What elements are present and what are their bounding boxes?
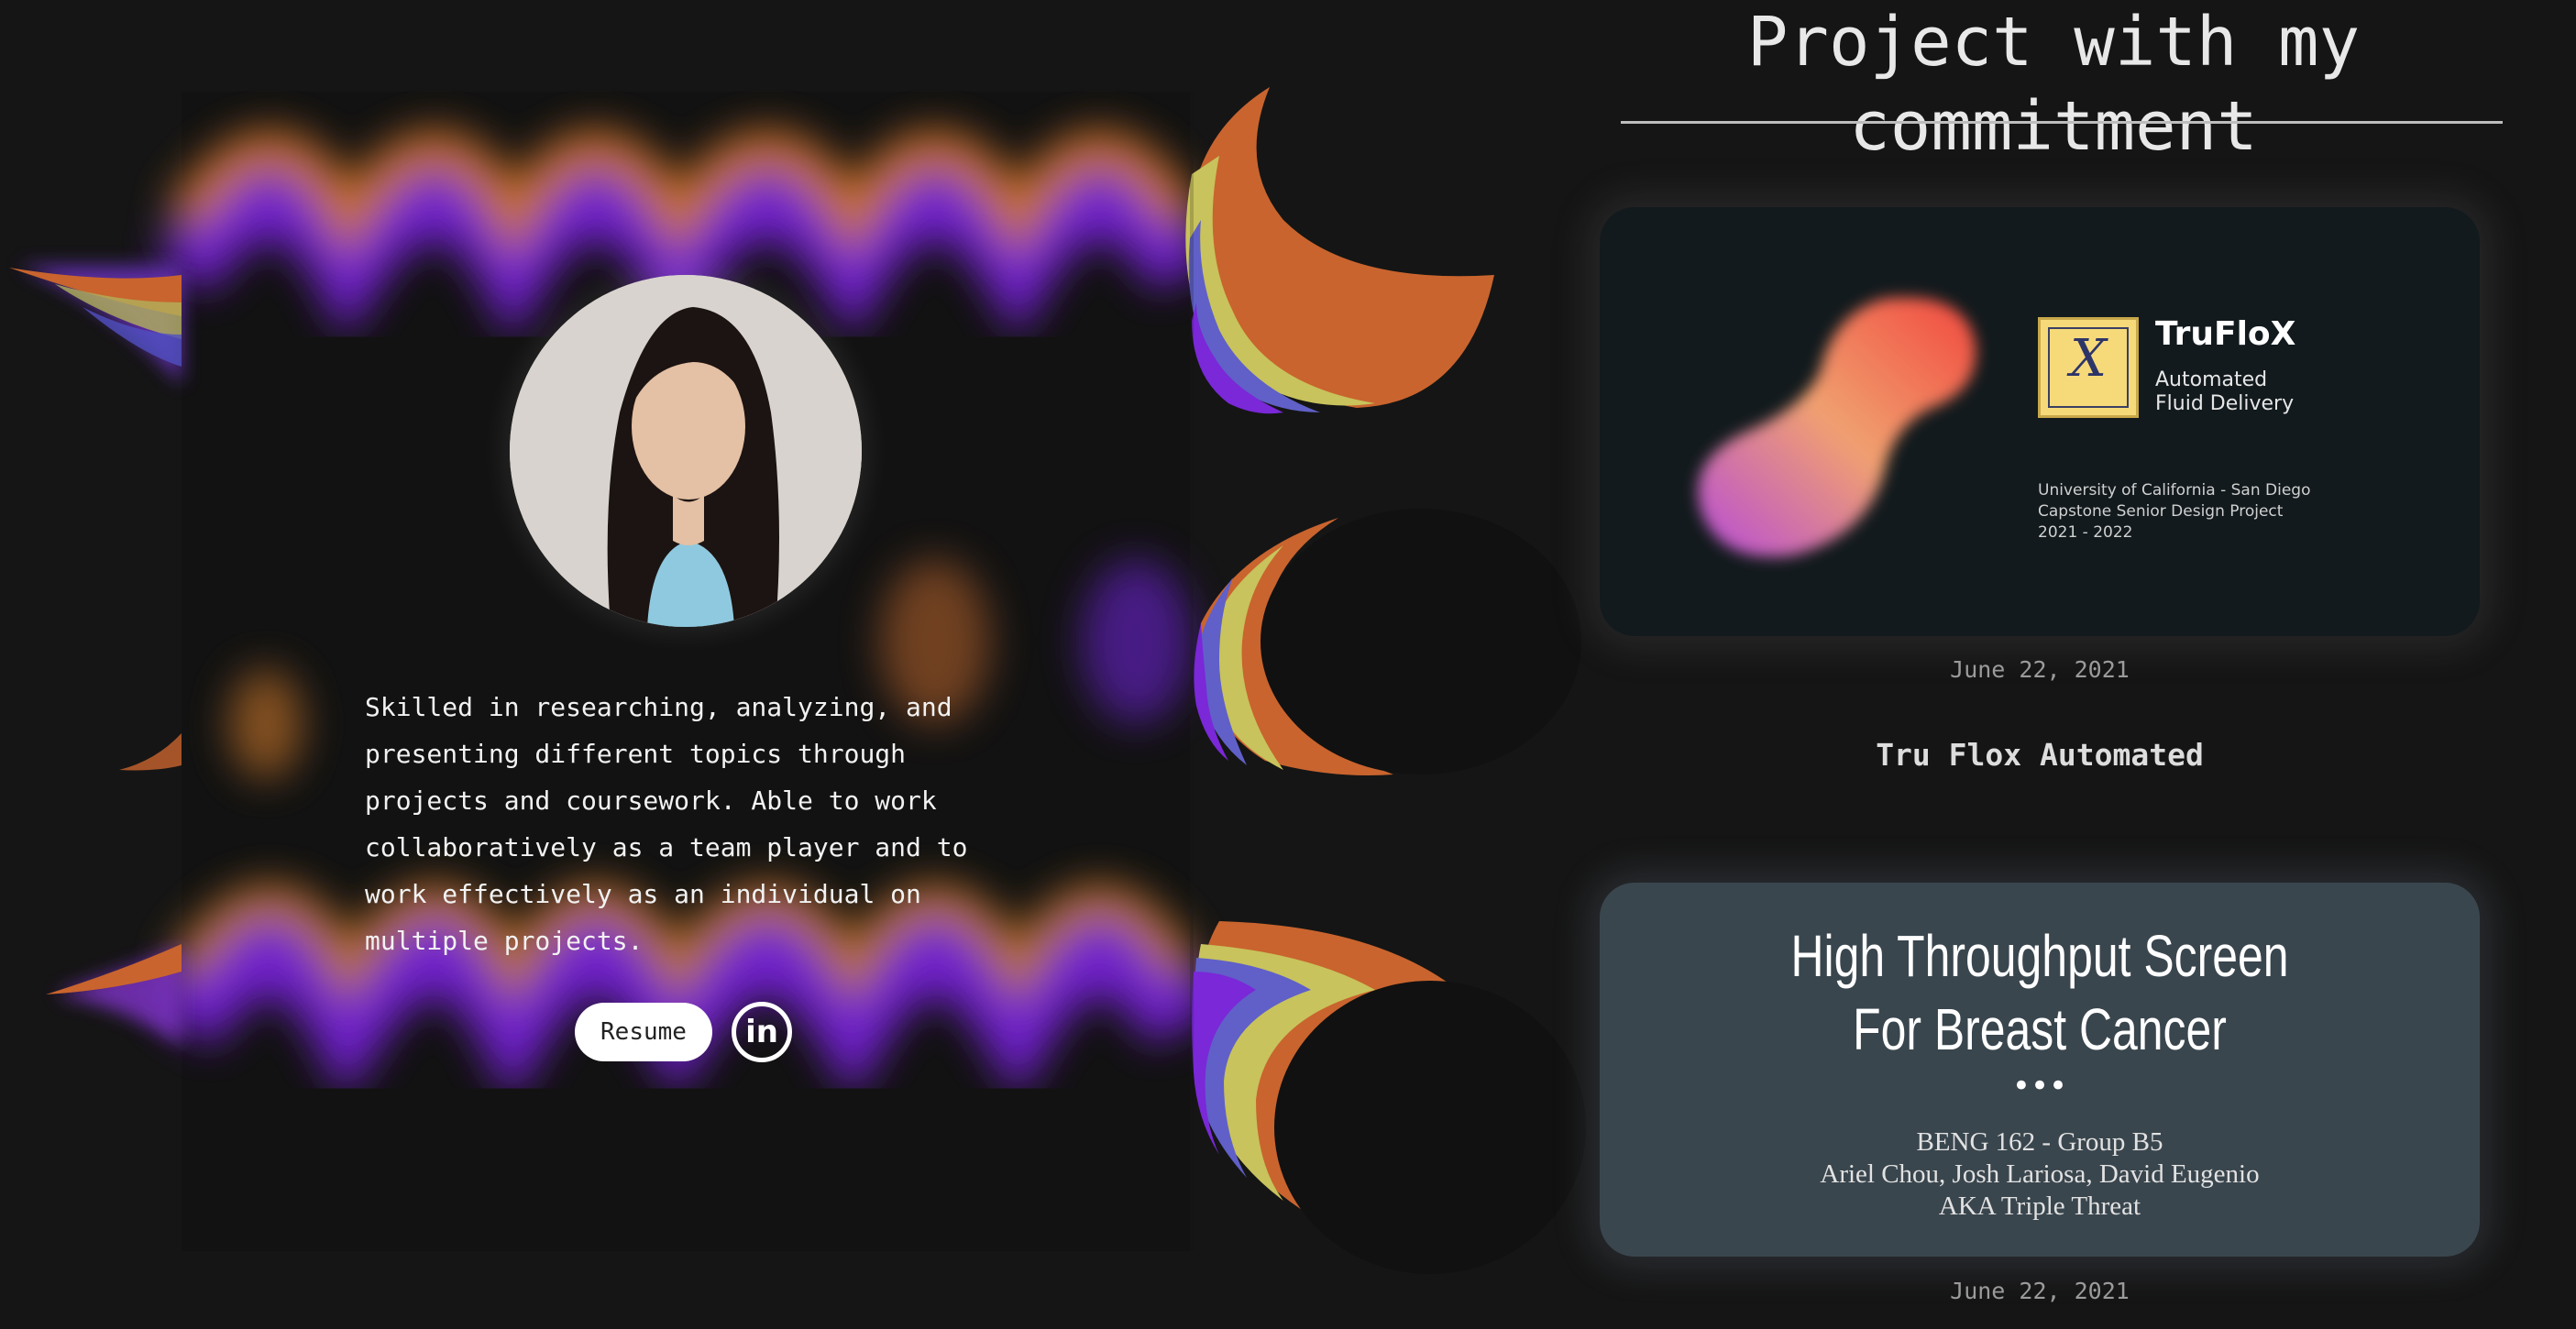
linkedin-icon[interactable]: in (732, 1002, 792, 1062)
card-meta: BENG 162 - Group B5 Ariel Chou, Josh Lar… (1600, 1126, 2480, 1223)
card-subtitle: Automated Fluid Delivery (2155, 368, 2357, 416)
bio-text: Skilled in researching, analyzing, and p… (365, 692, 968, 956)
institution-line-3: 2021 - 2022 (2038, 523, 2133, 542)
card-title-line-1: High Throughput Screen (1790, 923, 2289, 989)
project-card-breast-cancer[interactable]: High Throughput Screen For Breast Cancer… (1600, 883, 2480, 1257)
institution-line-1: University of California - San Diego (2038, 481, 2311, 500)
project-name[interactable]: Tru Flox Automated (1600, 737, 2480, 773)
linkedin-glyph: in (745, 1014, 778, 1050)
card-title: High Throughput Screen For Breast Cancer (1697, 919, 2383, 1066)
card-members: Ariel Chou, Josh Lariosa, David Eugenio (1820, 1159, 2260, 1189)
background-art (9, 87, 1586, 1274)
card-nickname: AKA Triple Threat (1938, 1192, 2141, 1221)
resume-button[interactable]: Resume (575, 1003, 712, 1061)
project-date: June 22, 2021 (1950, 1278, 2130, 1304)
card-institution: University of California - San Diego Cap… (2038, 480, 2405, 544)
project-card-trufox[interactable]: X TruFloX Automated Fluid Delivery Unive… (1600, 207, 2480, 636)
card-course: BENG 162 - Group B5 (1916, 1127, 2163, 1157)
dots-icon: ••• (2011, 1068, 2068, 1104)
gradient-blob-icon (1698, 297, 1976, 557)
subtitle-line-2: Fluid Delivery (2155, 392, 2295, 415)
trufox-logo: X (2038, 317, 2139, 418)
card-title-line-2: For Breast Cancer (1853, 996, 2227, 1062)
title-divider (1621, 121, 2503, 124)
project-date: June 22, 2021 (1950, 656, 2130, 683)
subtitle-line-1: Automated (2155, 368, 2268, 391)
person-portrait-icon (510, 275, 862, 627)
logo-mark: X (2070, 329, 2107, 389)
card-brand: TruFloX (2155, 315, 2296, 353)
section-title: Project with my commitment (1746, 3, 2361, 166)
institution-line-2: Capstone Senior Design Project (2038, 502, 2284, 521)
profile-photo (510, 275, 862, 627)
